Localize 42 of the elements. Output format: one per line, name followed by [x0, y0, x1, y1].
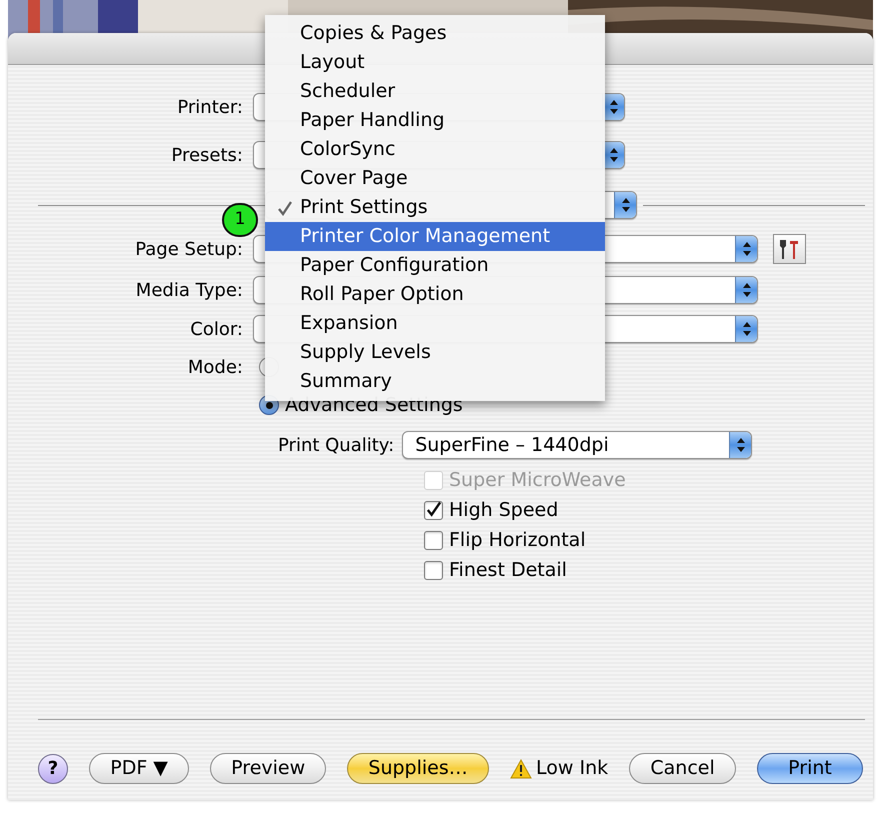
- menu-item[interactable]: Roll Paper Option: [265, 280, 605, 309]
- menu-item[interactable]: Layout: [265, 48, 605, 77]
- print-button[interactable]: Print: [757, 753, 863, 784]
- print-quality-popup[interactable]: SuperFine – 1440dpi: [402, 431, 752, 459]
- menu-item[interactable]: Scheduler: [265, 77, 605, 106]
- checkbox[interactable]: [424, 530, 443, 550]
- checkbox-label: Flip Horizontal: [449, 528, 586, 553]
- supplies-button[interactable]: Supplies…: [347, 753, 489, 784]
- pill-button[interactable]: Preview: [210, 753, 326, 784]
- menu-item[interactable]: Print Settings: [265, 193, 605, 222]
- menu-item[interactable]: Cover Page: [265, 164, 605, 193]
- menu-item[interactable]: Expansion: [265, 309, 605, 338]
- check-icon: [277, 200, 293, 216]
- checkbox-label: High Speed: [449, 498, 558, 523]
- menu-item[interactable]: Paper Configuration: [265, 251, 605, 280]
- field-label: Mode:: [188, 356, 243, 380]
- field-label: Media Type:: [136, 278, 243, 302]
- menu-item[interactable]: Copies & Pages: [265, 19, 605, 48]
- field-label: Print Quality:: [278, 434, 394, 458]
- field-label: Printer:: [177, 96, 243, 120]
- menu-item[interactable]: Supply Levels: [265, 338, 605, 367]
- popup-arrows-icon: [735, 277, 757, 303]
- popup-arrows-icon: [735, 316, 757, 342]
- menu-item[interactable]: ColorSync: [265, 135, 605, 164]
- menu-item[interactable]: Paper Handling: [265, 106, 605, 135]
- checkbox[interactable]: [424, 500, 443, 520]
- checkbox[interactable]: [424, 560, 443, 580]
- low-ink-text: Low Ink: [536, 756, 608, 782]
- field-label: Color:: [190, 318, 243, 342]
- field-label: Presets:: [171, 144, 243, 168]
- menu-item[interactable]: Printer Color Management: [265, 222, 605, 251]
- field-label: Page Setup:: [135, 238, 243, 262]
- help-button[interactable]: ?: [38, 754, 68, 784]
- warning-icon: [510, 758, 532, 778]
- popup-arrows-icon: [729, 432, 752, 458]
- checkbox-label: Finest Detail: [449, 558, 567, 583]
- checkbox-label: Super MicroWeave: [449, 468, 626, 493]
- pill-button[interactable]: PDF ▼: [89, 753, 189, 784]
- utility-icon[interactable]: [773, 234, 806, 264]
- popup-arrows-icon: [614, 192, 636, 218]
- pill-button[interactable]: Cancel: [629, 753, 736, 784]
- popup-arrows-icon: [735, 236, 757, 262]
